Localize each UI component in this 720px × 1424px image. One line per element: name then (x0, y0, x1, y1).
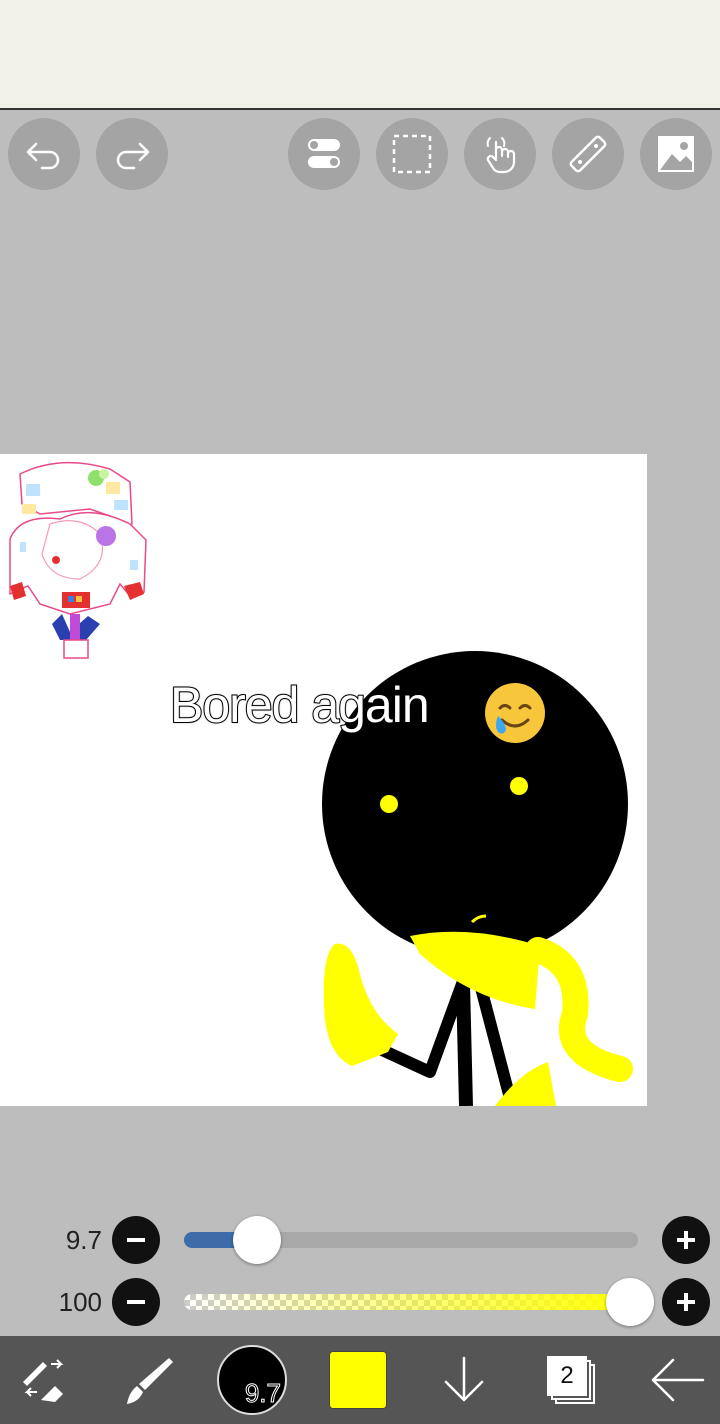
brush-size-value: 9.7 (65, 1225, 102, 1255)
brush-preview-size-label: 9.7 (244, 1378, 281, 1409)
status-area (0, 0, 720, 110)
plus-icon (677, 1231, 695, 1249)
color-picker-button[interactable] (326, 1336, 390, 1424)
brush-size-decrease-button[interactable] (112, 1216, 160, 1264)
opacity-decrease-button[interactable] (112, 1278, 160, 1326)
bottom-toolbar: 9.7 2 (0, 1336, 720, 1424)
selection-icon (392, 134, 432, 174)
ruler-button[interactable] (552, 118, 624, 190)
arrow-left-icon (651, 1358, 705, 1402)
opacity-value: 100 (58, 1287, 102, 1317)
arrow-down-icon (444, 1356, 484, 1402)
brush-icon (127, 1358, 173, 1404)
smiling-face-with-tear-icon (485, 683, 545, 743)
pen-eraser-swap-icon (23, 1359, 64, 1402)
brush-size-slider-row: 9.7 (0, 1215, 720, 1265)
brush-size-increase-button[interactable] (662, 1216, 710, 1264)
layer-count: 2 (547, 1356, 587, 1396)
back-button[interactable] (640, 1336, 714, 1424)
undo-icon (26, 142, 60, 170)
hand-gesture-icon (486, 137, 516, 174)
settings-toggle-button[interactable] (288, 118, 360, 190)
opacity-increase-button[interactable] (662, 1278, 710, 1326)
layers-button[interactable]: 2 (536, 1336, 606, 1424)
character-sketch (9, 461, 147, 659)
ruler-icon (569, 135, 607, 173)
image-icon (658, 136, 694, 172)
drawing-canvas[interactable] (0, 454, 647, 1106)
color-swatch (329, 1351, 387, 1409)
layer-down-button[interactable] (432, 1336, 496, 1424)
redo-icon (116, 142, 150, 170)
drawing-artwork (9, 461, 633, 1106)
opacity-track[interactable] (184, 1294, 638, 1310)
selection-button[interactable] (376, 118, 448, 190)
brush-eraser-swap-button[interactable] (10, 1336, 80, 1424)
toggle-settings-icon (308, 139, 340, 168)
image-button[interactable] (640, 118, 712, 190)
brush-preview-circle: 9.7 (217, 1345, 287, 1415)
undo-button[interactable] (8, 118, 80, 190)
opacity-fill (184, 1294, 638, 1310)
minus-icon (127, 1300, 145, 1304)
canvas-caption-text: Bored again (169, 676, 431, 734)
brush-preview-button[interactable]: 9.7 (214, 1336, 290, 1424)
opacity-thumb[interactable] (606, 1278, 654, 1326)
plus-icon (677, 1293, 695, 1311)
hand-gesture-button[interactable] (464, 118, 536, 190)
brush-tool-button[interactable] (112, 1336, 182, 1424)
layers-icon: 2 (543, 1352, 599, 1408)
brush-size-thumb[interactable] (232, 1216, 281, 1264)
redo-button[interactable] (96, 118, 168, 190)
minus-icon (127, 1238, 145, 1242)
opacity-slider-row: 100 (0, 1277, 720, 1327)
